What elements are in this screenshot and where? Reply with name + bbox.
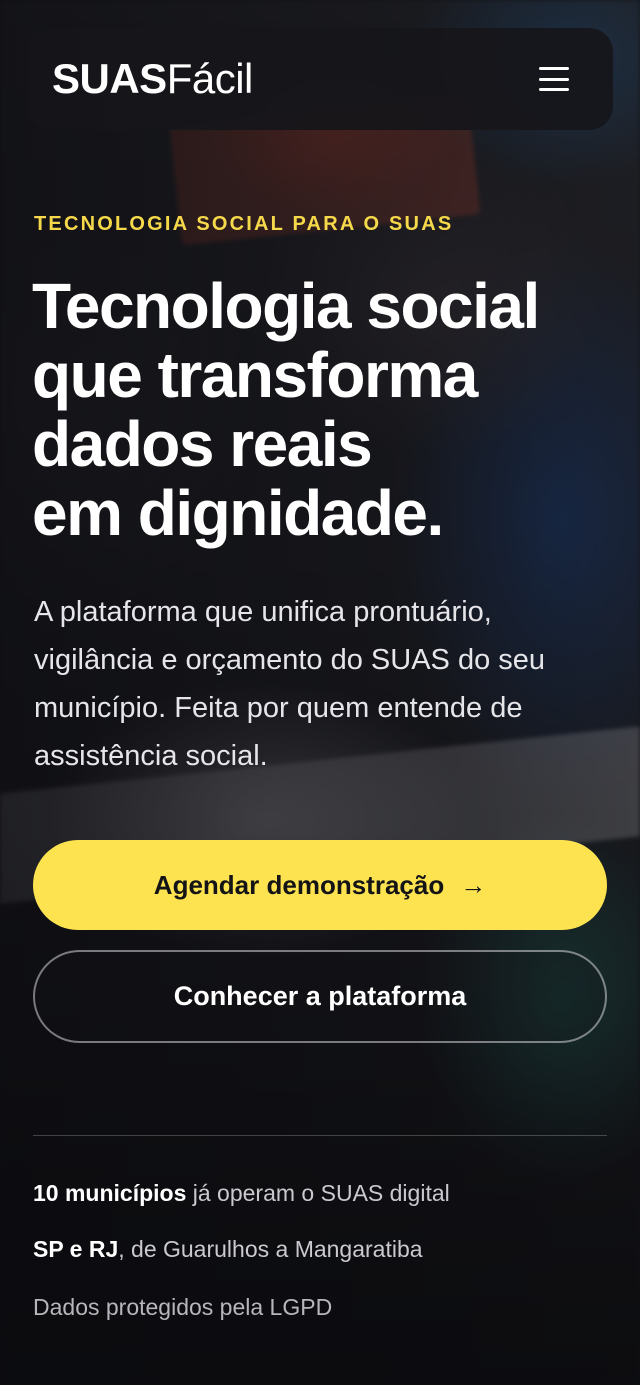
explore-platform-button[interactable]: Conhecer a plataforma xyxy=(33,950,607,1043)
arrow-right-icon: → xyxy=(460,869,487,900)
menu-bar xyxy=(539,88,569,91)
fact-lgpd: Dados protegidos pela LGPD xyxy=(33,1294,332,1321)
schedule-demo-label: Agendar demonstração xyxy=(153,869,445,900)
headline-line: que transforma xyxy=(32,339,478,411)
hero-description: A plataforma que unifica prontuário, vig… xyxy=(34,596,546,772)
logo-text-light: Fácil xyxy=(166,55,254,102)
fact-highlight: 10 municípios xyxy=(33,1180,187,1206)
schedule-demo-button[interactable]: Agendar demonstração → xyxy=(33,840,607,930)
explore-platform-label: Conhecer a plataforma xyxy=(173,981,467,1011)
fact-municipalities: 10 municípios já operam o SUAS digital xyxy=(33,1180,450,1207)
fact-regions: SP e RJ, de Guarulhos a Mangaratiba xyxy=(33,1236,423,1263)
menu-bar xyxy=(539,77,569,81)
hamburger-menu-icon[interactable] xyxy=(539,67,569,91)
headline-line: em dignidade. xyxy=(32,477,444,549)
menu-bar xyxy=(539,67,569,70)
hero-eyebrow: TECNOLOGIA SOCIAL PARA O SUAS xyxy=(34,213,454,235)
brand-logo[interactable]: SUAS Fácil xyxy=(52,58,253,100)
fact-text: , de Guarulhos a Mangaratiba xyxy=(118,1236,423,1262)
headline-line: Tecnologia social xyxy=(32,270,540,342)
fact-highlight: SP e RJ xyxy=(33,1236,119,1262)
logo-text-bold: SUAS xyxy=(52,55,167,102)
fact-text: Dados protegidos pela LGPD xyxy=(33,1294,333,1320)
headline-line: dados reais xyxy=(32,408,373,480)
fact-text: já operam o SUAS digital xyxy=(186,1180,450,1206)
hero-headline: Tecnologia social que transforma dados r… xyxy=(32,272,612,548)
top-navbar: SUAS Fácil xyxy=(28,28,613,130)
section-divider xyxy=(33,1135,607,1136)
